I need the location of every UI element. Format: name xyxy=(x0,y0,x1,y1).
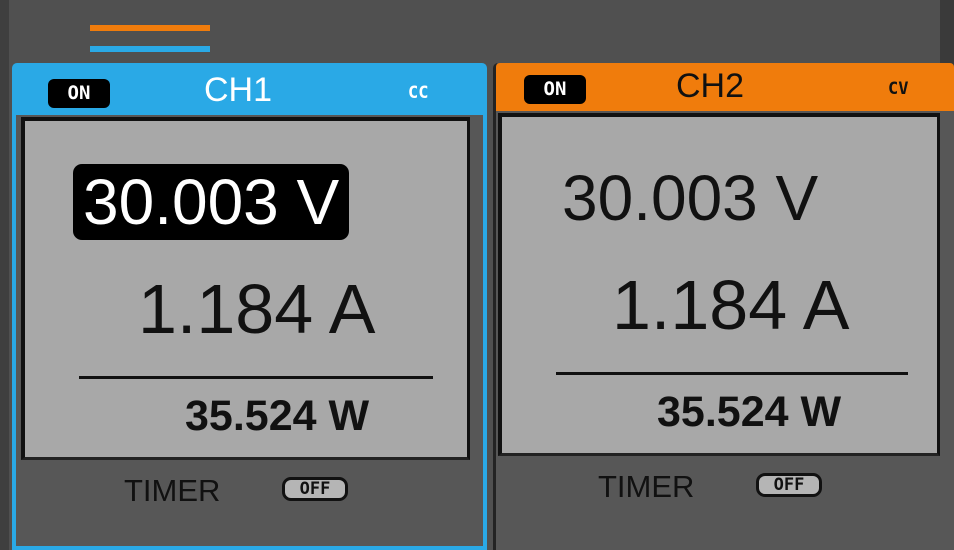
measurement-display: 30.003 V 1.184 A 35.524 W xyxy=(21,117,470,460)
regulation-mode: CV xyxy=(888,79,909,99)
current-readout[interactable]: 1.184 A xyxy=(138,269,375,349)
measurement-display: 30.003 V 1.184 A 35.524 W xyxy=(498,113,940,456)
divider-line xyxy=(79,376,433,379)
output-status-badge[interactable]: ON xyxy=(524,75,586,104)
screen-bezel-left xyxy=(0,0,9,550)
voltage-readout[interactable]: 30.003 V xyxy=(73,164,350,240)
current-readout[interactable]: 1.184 A xyxy=(612,265,849,345)
channel-name: CH1 xyxy=(204,71,273,109)
voltage-readout[interactable]: 30.003 V xyxy=(552,160,828,236)
timer-label: TIMER xyxy=(124,473,221,508)
power-supply-screen: ON CH1 CC 30.003 V 1.184 A 35.524 W TIME… xyxy=(0,0,954,550)
channel-header: ON CH2 CV xyxy=(496,63,954,111)
channel-panel-ch2[interactable]: ON CH2 CV 30.003 V 1.184 A 35.524 W TIME… xyxy=(493,63,954,550)
power-readout: 35.524 W xyxy=(185,392,370,440)
power-readout: 35.524 W xyxy=(657,388,842,436)
ch2-indicator-bar xyxy=(90,25,210,31)
channel-panel-ch1[interactable]: ON CH1 CC 30.003 V 1.184 A 35.524 W TIME… xyxy=(12,63,487,550)
channel-name: CH2 xyxy=(676,67,745,105)
timer-state-badge[interactable]: OFF xyxy=(282,477,348,501)
channel-header: ON CH1 CC xyxy=(16,67,483,115)
divider-line xyxy=(556,372,908,375)
timer-label: TIMER xyxy=(598,469,695,504)
regulation-mode: CC xyxy=(408,83,429,103)
ch1-indicator-bar xyxy=(90,46,210,52)
output-status-badge[interactable]: ON xyxy=(48,79,110,108)
timer-state-badge[interactable]: OFF xyxy=(756,473,822,497)
